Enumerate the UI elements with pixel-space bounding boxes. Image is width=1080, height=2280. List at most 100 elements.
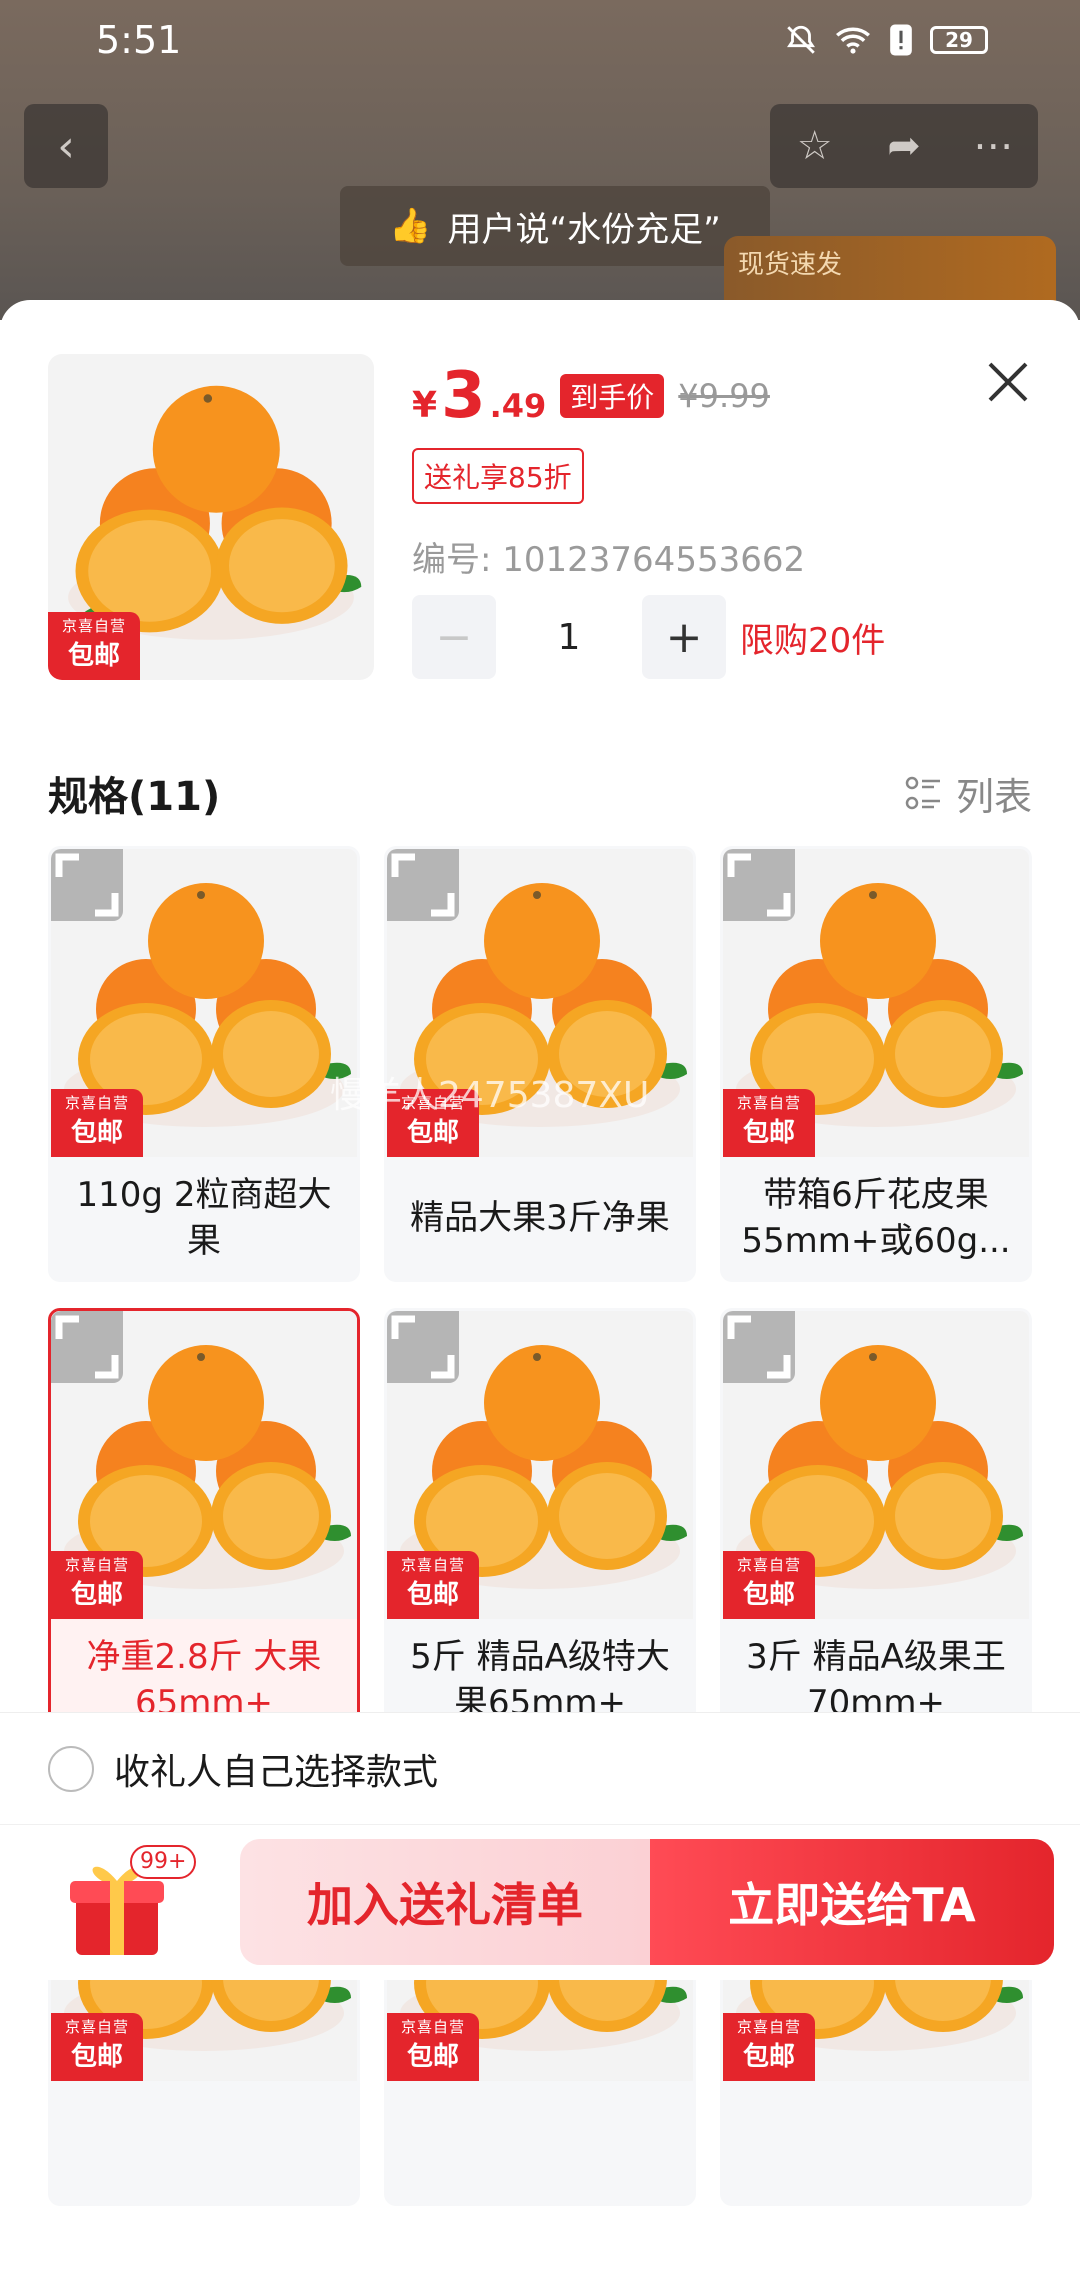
spec-selector-sheet: 京喜自营 包邮 ¥ 3 .49 到手价 ¥9.99 送礼享85折 编号: 101…	[0, 300, 1080, 2280]
product-thumbnail[interactable]: 京喜自营 包邮	[48, 354, 374, 680]
close-icon[interactable]	[980, 354, 1036, 410]
increase-button[interactable]: +	[642, 595, 726, 679]
expand-icon[interactable]	[51, 849, 123, 921]
recipient-choice-radio[interactable]	[48, 1745, 94, 1792]
jd-badge: 京喜自营 包邮	[51, 1089, 143, 1157]
jd-badge: 京喜自营 包邮	[51, 2013, 143, 2081]
recipient-choice-label: 收礼人自己选择款式	[114, 1751, 439, 1793]
badge-line2: 包邮	[742, 1580, 795, 1610]
wifi-icon	[836, 27, 870, 54]
list-toggle-label: 列表	[955, 774, 1032, 819]
send-now-button[interactable]: 立即送给TA	[650, 1839, 1054, 1965]
quantity-stepper: − 1 + 限购20件	[412, 595, 972, 679]
badge-line2: 包邮	[406, 1580, 459, 1610]
list-view-toggle[interactable]: 列表	[904, 766, 1032, 821]
alert-icon	[890, 24, 912, 56]
price-decimal: .49	[489, 387, 547, 425]
status-icons: 29	[784, 23, 988, 57]
spec-option-image: 京喜自营 包邮	[723, 849, 1029, 1157]
jd-badge: 京喜自营 包邮	[723, 1551, 815, 1619]
badge-line2: 包邮	[406, 1118, 459, 1148]
spec-option-image: 京喜自营 包邮	[387, 849, 693, 1157]
spec-option-card[interactable]: 京喜自营 包邮 净重2.8斤 大果65mm+	[48, 1308, 360, 1744]
spec-option-card[interactable]: 京喜自营 包邮 带箱6斤花皮果55mm+或60g...	[720, 846, 1032, 1282]
spec-header: 规格(11) 列表	[48, 756, 1032, 830]
badge-line1: 京喜自营	[64, 2018, 129, 2036]
spec-option-image: 京喜自营 包邮	[51, 1311, 357, 1619]
badge-line1: 京喜自营	[400, 1556, 465, 1574]
jd-badge: 京喜自营 包邮	[51, 1551, 143, 1619]
spec-option-card[interactable]: 京喜自营 包邮 3斤 精品A级果王70mm+	[720, 1308, 1032, 1744]
bottom-action-bar: 99+ 加入送礼清单 立即送给TA	[0, 1824, 1080, 1980]
spec-option-card[interactable]: 京喜自营 包邮 110g 2粒商超大果	[48, 846, 360, 1282]
badge-line1: 京喜自营	[61, 617, 126, 635]
spec-option-label	[51, 2081, 357, 2203]
jd-badge: 京喜自营 包邮	[723, 1089, 815, 1157]
badge-line1: 京喜自营	[64, 1556, 129, 1574]
battery-icon: 29	[930, 26, 988, 54]
add-to-gift-list-button[interactable]: 加入送礼清单	[240, 1839, 650, 1965]
gift-count-badge: 99+	[130, 1845, 197, 1879]
thumbs-up-icon: 👍	[389, 206, 432, 246]
price-area: ¥ 3 .49 到手价 ¥9.99 送礼享85折 编号: 10123764553…	[412, 364, 972, 679]
share-icon[interactable]: ➦	[860, 123, 948, 169]
badge-line2: 包邮	[406, 2042, 459, 2072]
instock-tag-text: 现货速发	[738, 250, 843, 280]
badge-line2: 包邮	[742, 2042, 795, 2072]
spec-option-label	[387, 2081, 693, 2203]
expand-icon[interactable]	[723, 849, 795, 921]
badge-line1: 京喜自营	[736, 1556, 801, 1574]
badge-line1: 京喜自营	[64, 1094, 129, 1112]
spec-option-label	[723, 2081, 1029, 2203]
spec-title: 规格(11)	[48, 774, 221, 820]
expand-icon[interactable]	[387, 849, 459, 921]
spec-option-label: 带箱6斤花皮果55mm+或60g...	[741, 1175, 1011, 1261]
expand-icon[interactable]	[387, 1311, 459, 1383]
spec-option-image: 京喜自营 包邮	[723, 1311, 1029, 1619]
final-price-tag: 到手价	[560, 374, 665, 418]
page: 5:51 29 ‹ ☆ ➦ ⋯ 👍 用户说“水份充足” 现货速发 京喜自营 包邮…	[0, 0, 1080, 2280]
badge-line2: 包邮	[70, 1580, 123, 1610]
sku-number: 编号: 10123764553662	[412, 540, 806, 580]
list-icon	[905, 776, 940, 810]
decrease-button[interactable]: −	[412, 595, 496, 679]
gift-discount-badge: 送礼享85折	[412, 448, 584, 504]
price-integer: 3	[441, 359, 486, 433]
back-button[interactable]: ‹	[24, 104, 108, 188]
mute-icon	[787, 25, 815, 54]
badge-line2: 包邮	[70, 2042, 123, 2072]
quantity-value[interactable]: 1	[496, 617, 642, 658]
badge-line2: 包邮	[742, 1118, 795, 1148]
badge-line2: 包邮	[67, 641, 120, 671]
badge-line1: 京喜自营	[736, 1094, 801, 1112]
jd-badge: 京喜自营 包邮	[387, 2013, 479, 2081]
user-review-text: 用户说“水份充足”	[447, 209, 721, 250]
spec-option-image: 京喜自营 包邮	[387, 1311, 693, 1619]
jd-badge: 京喜自营 包邮	[387, 1551, 479, 1619]
spec-option-image: 京喜自营 包邮	[51, 849, 357, 1157]
favorite-star-icon[interactable]: ☆	[771, 123, 859, 169]
jd-badge: 京喜自营 包邮	[387, 1089, 479, 1157]
recipient-choice-row[interactable]: 收礼人自己选择款式	[0, 1712, 1080, 1824]
spec-option-card[interactable]: 京喜自营 包邮 5斤 精品A级特大果65mm+	[384, 1308, 696, 1744]
chevron-left-icon: ‹	[57, 120, 75, 172]
price-row: ¥ 3 .49 到手价 ¥9.99	[412, 364, 972, 428]
purchase-limit: 限购20件	[740, 620, 886, 661]
status-time: 5:51	[96, 18, 182, 62]
jd-badge: 京喜自营 包邮	[48, 612, 140, 680]
status-bar: 5:51 29	[0, 0, 1080, 80]
original-price: ¥9.99	[678, 377, 770, 415]
badge-line1: 京喜自营	[400, 2018, 465, 2036]
spec-option-label: 精品大果3斤净果	[410, 1198, 670, 1238]
badge-line1: 京喜自营	[736, 2018, 801, 2036]
more-icon[interactable]: ⋯	[949, 123, 1037, 169]
badge-line2: 包邮	[70, 1118, 123, 1148]
price-symbol: ¥	[412, 385, 438, 426]
expand-icon[interactable]	[723, 1311, 795, 1383]
user-review-banner: 👍 用户说“水份充足”	[340, 186, 770, 266]
top-actions: ☆ ➦ ⋯	[770, 104, 1038, 188]
spec-option-label: 110g 2粒商超大果	[76, 1175, 332, 1261]
expand-icon[interactable]	[51, 1311, 123, 1383]
badge-line1: 京喜自营	[400, 1094, 465, 1112]
spec-option-card[interactable]: 京喜自营 包邮 精品大果3斤净果	[384, 846, 696, 1282]
